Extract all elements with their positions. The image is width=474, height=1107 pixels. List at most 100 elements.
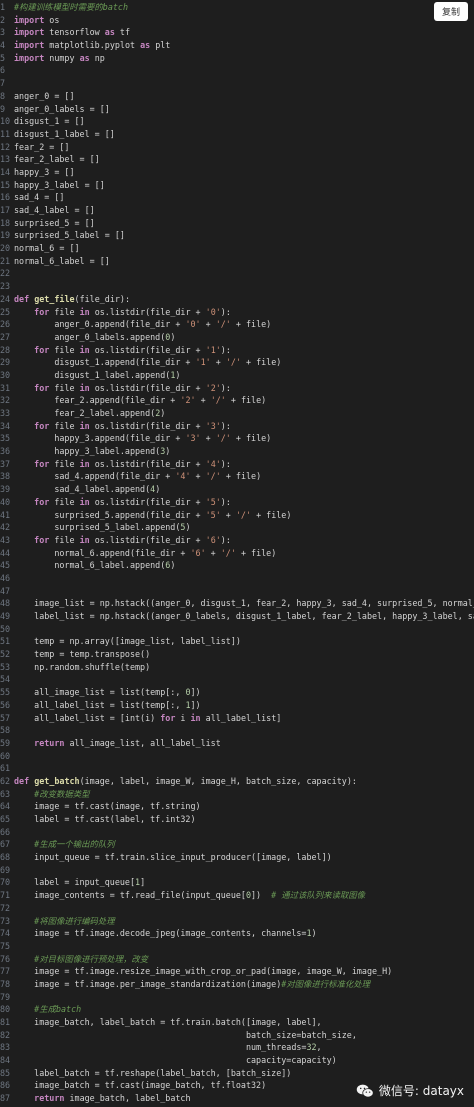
line-number: 11	[0, 128, 11, 139]
code-text-token: np	[89, 52, 105, 63]
string-token: '0'	[185, 319, 201, 330]
comment-token: #对目标图像进行预处理，改变	[34, 953, 149, 964]
code-line: 17 sad_4_label = []	[0, 204, 474, 217]
code-text-token: +	[220, 509, 236, 520]
code-text-token: ])	[190, 699, 201, 710]
line-number: 63	[0, 788, 11, 799]
string-token: '6'	[205, 534, 221, 545]
code-line: 49 label_list = np.hstack((anger_0_label…	[0, 610, 474, 623]
keyword-token: in	[79, 534, 90, 545]
line-number: 19	[0, 230, 11, 241]
code-line: 72	[0, 902, 474, 915]
code-text-token: ]	[140, 877, 146, 888]
code-line: 15 happy_3_label = []	[0, 179, 474, 192]
keyword-token: for	[34, 534, 50, 545]
code-line: 57 all_label_list = [int(i) for i in all…	[0, 712, 474, 725]
code-text-token: +	[200, 319, 216, 330]
line-number: 54	[0, 674, 11, 685]
code-text-token: all_image_list = list(temp[:,	[14, 687, 186, 698]
keyword-token: as	[140, 40, 151, 51]
code-text-token: ):	[220, 458, 231, 469]
line-number: 12	[0, 141, 11, 152]
line-number: 50	[0, 623, 11, 634]
code-text-token: normal_6 = []	[14, 243, 80, 254]
code-line: 47	[0, 585, 474, 598]
line-number: 87	[0, 1093, 11, 1104]
code-text-token: os.listdir(file_dir +	[89, 458, 206, 469]
code-text-token: file	[49, 420, 80, 431]
keyword-token: def	[14, 293, 30, 304]
line-number: 9	[0, 103, 6, 114]
line-number: 22	[0, 268, 11, 279]
code-line: 83 num_threads=32,	[0, 1041, 474, 1054]
line-number: 49	[0, 611, 11, 621]
code-text-token: label_batch = tf.reshape(label_batch, [b…	[14, 1067, 292, 1078]
keyword-token: return	[34, 1093, 65, 1104]
code-line: 64 image = tf.cast(image, tf.string)	[0, 800, 474, 813]
code-text-token: temp = np.array([image_list, label_list]…	[14, 636, 241, 647]
code-line: 63 #改变数据类型	[0, 788, 474, 801]
copy-button[interactable]: 复制	[433, 2, 468, 21]
line-number: 62	[0, 775, 11, 786]
string-token: '/'	[235, 509, 252, 520]
code-text-token: capacity=capacity)	[14, 1055, 337, 1066]
code-text-token: image = tf.image.resize_image_with_crop_…	[14, 966, 393, 977]
line-number: 75	[0, 940, 11, 951]
string-token: '/'	[215, 319, 231, 330]
code-text-token: anger_0 = []	[14, 90, 75, 101]
code-text-token: surprised_5 = []	[14, 217, 95, 228]
code-line: 61	[0, 762, 474, 775]
code-text-token: image_batch, label_batch	[64, 1093, 191, 1104]
code-text-token: anger_0.append(file_dir +	[14, 319, 186, 330]
code-line: 21 normal_6_label = []	[0, 255, 474, 268]
code-line: 62 def get_batch(image, label, image_W, i…	[0, 775, 474, 788]
code-text-token: all_label_list]	[200, 712, 282, 723]
code-text-token: disgust_1 = []	[14, 116, 85, 127]
line-number: 74	[0, 928, 11, 939]
wechat-icon	[356, 1084, 374, 1097]
line-number: 6	[0, 65, 6, 76]
keyword-token: in	[79, 458, 90, 469]
code-text-token: + file)	[230, 433, 272, 444]
code-text-token: happy_3_label.append(	[14, 446, 161, 457]
code-line: 68 input_queue = tf.train.slice_input_pr…	[0, 851, 474, 864]
code-line: 30 disgust_1_label.append(1)	[0, 369, 474, 382]
string-token: '1'	[205, 344, 221, 355]
code-text-token: image_list = np.hstack((anger_0, disgust…	[14, 598, 474, 609]
code-line: 2 import os	[0, 14, 474, 27]
line-number: 17	[0, 205, 11, 215]
code-line: 27 anger_0_labels.append(0)	[0, 331, 474, 344]
keyword-token: for	[34, 344, 50, 355]
code-line: 81 image_batch, label_batch = tf.train.b…	[0, 1016, 474, 1029]
code-line: 18 surprised_5 = []	[0, 217, 474, 230]
code-text-token: + file)	[240, 357, 282, 368]
keyword-token: as	[104, 27, 115, 38]
string-token: '6'	[190, 547, 206, 558]
code-text-token: ):	[220, 496, 231, 507]
line-number: 45	[0, 560, 11, 571]
code-line: 34 for file in os.listdir(file_dir + '3'…	[0, 420, 474, 433]
code-text-token: ):	[220, 534, 231, 545]
code-line: 55 all_image_list = list(temp[:, 0])	[0, 686, 474, 699]
code-text-token: fear_2.append(file_dir +	[14, 395, 181, 406]
keyword-token: return	[34, 737, 65, 748]
code-text-token: (image, label, image_W, image_H, batch_s…	[79, 775, 357, 786]
line-number: 41	[0, 509, 11, 520]
code-text-token: normal_6_label.append(	[14, 560, 166, 571]
line-number: 23	[0, 281, 11, 292]
string-token: '5'	[205, 509, 221, 520]
code-line: 69	[0, 864, 474, 877]
line-number: 53	[0, 661, 11, 672]
line-number: 3	[0, 27, 6, 38]
code-text-token: )	[170, 560, 176, 571]
code-line: 45 normal_6_label.append(6)	[0, 559, 474, 572]
code-line: 5 import numpy as np	[0, 52, 474, 65]
line-number: 31	[0, 382, 11, 393]
comment-token: #生成batch	[34, 1004, 82, 1015]
string-token: '/'	[215, 433, 231, 444]
code-line: 8 anger_0 = []	[0, 90, 474, 103]
code-text-token: tf	[114, 27, 131, 38]
